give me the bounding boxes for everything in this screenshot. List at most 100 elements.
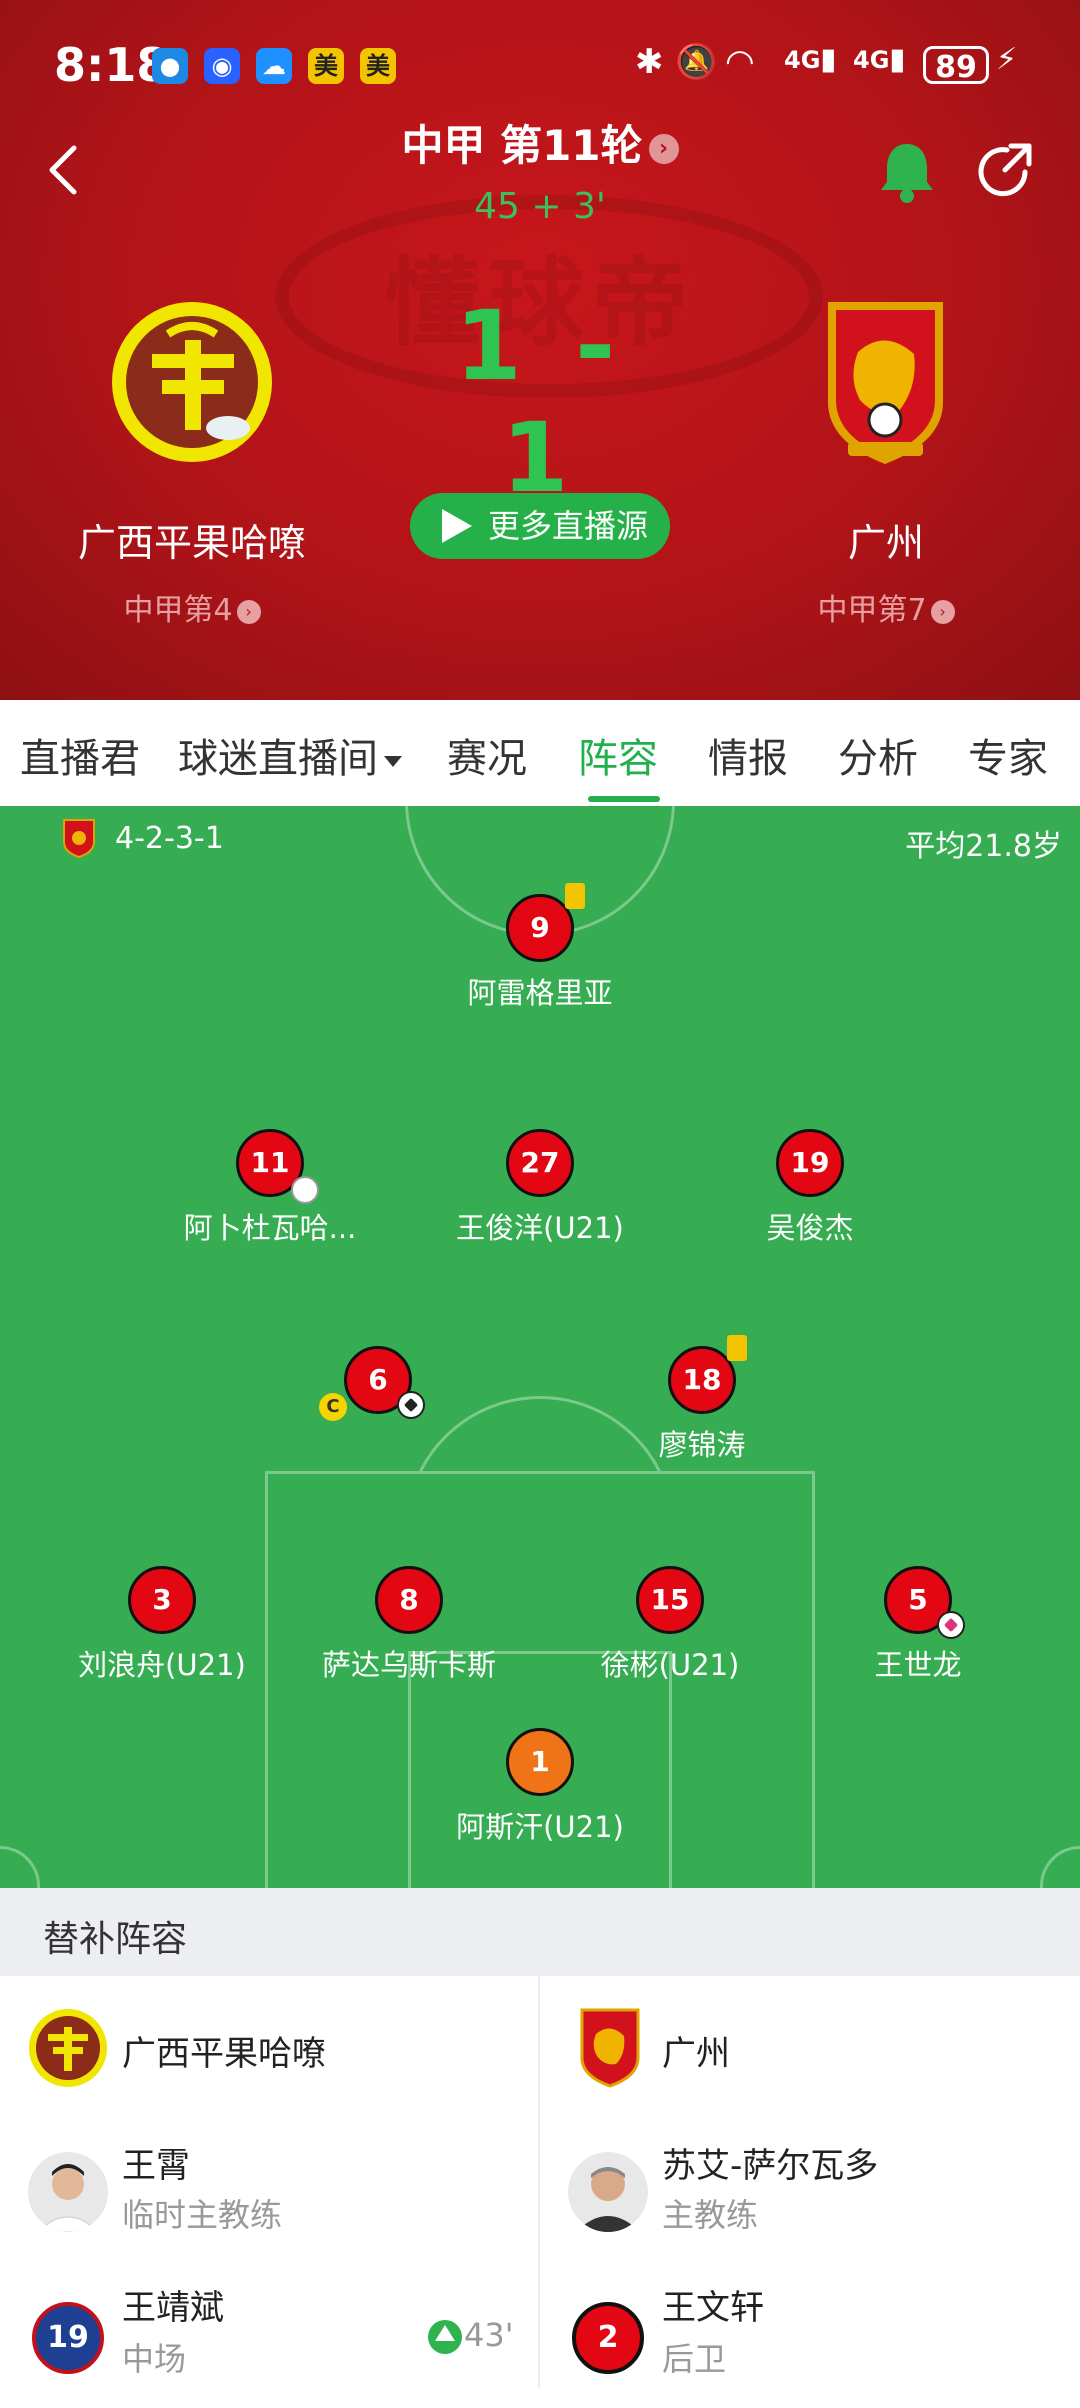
player-6[interactable]: 6C xyxy=(248,1346,508,1422)
bluetooth-icon: ✱ xyxy=(635,42,664,82)
home-team-name[interactable]: 广西平果哈嘹 xyxy=(12,512,372,567)
away-team-logo[interactable] xyxy=(818,292,953,467)
subs-column-divider xyxy=(538,1976,540,2388)
shirt-number: 9 xyxy=(506,883,585,962)
lineup-pitch: 4-2-3-1 平均21.8岁 9 阿雷格里亚 11 阿卜杜瓦哈... 27 王… xyxy=(0,806,1080,1888)
captain-icon: C xyxy=(319,1393,347,1421)
chevron-right-icon: › xyxy=(930,599,955,624)
player-name: 王世龙 xyxy=(874,1648,962,1682)
away-coach-avatar[interactable] xyxy=(568,2152,648,2232)
back-arrow-icon[interactable] xyxy=(40,140,90,200)
away-team-rank-text: 中甲第7 xyxy=(817,593,927,628)
match-score: 1 - 1 xyxy=(454,290,626,514)
player-9[interactable]: 9 阿雷格里亚 xyxy=(410,883,670,1012)
home-team-rank[interactable]: 中甲第4 › xyxy=(12,585,372,629)
away-coach-role: 主教练 xyxy=(662,2196,759,2234)
shirt-number: 8 xyxy=(375,1566,443,1634)
home-coach-name: 王霄 xyxy=(122,2146,190,2186)
subs-header: 替补阵容 xyxy=(0,1888,1080,1976)
player-name: 刘浪舟(U21) xyxy=(78,1648,246,1682)
tab-fan-room[interactable]: 球迷直播间 xyxy=(178,726,402,784)
player-27[interactable]: 27 王俊洋(U21) xyxy=(410,1129,670,1247)
more-sources-label: 更多直播源 xyxy=(488,507,649,545)
tab-analysis[interactable]: 分析 xyxy=(838,726,918,784)
signal-icon-1: ▮ xyxy=(820,42,837,77)
goal-ball-icon xyxy=(397,1391,425,1419)
home-sub-number[interactable]: 19 xyxy=(32,2302,104,2374)
home-coach-avatar[interactable] xyxy=(28,2152,108,2232)
player-18[interactable]: 18 廖锦涛 xyxy=(572,1335,832,1464)
player-name: 阿卜杜瓦哈... xyxy=(183,1211,357,1245)
player-8[interactable]: 8 萨达乌斯卡斯 xyxy=(279,1566,539,1684)
match-title[interactable]: 中甲 第11轮 › xyxy=(290,112,790,173)
player-name: 徐彬(U21) xyxy=(600,1648,740,1682)
player-name: 王俊洋(U21) xyxy=(456,1211,624,1245)
shirt-number: 6C xyxy=(319,1346,425,1421)
subs-title: 替补阵容 xyxy=(43,1919,188,1960)
shirt-number: 18 xyxy=(668,1335,747,1414)
substitution-icon xyxy=(291,1176,319,1204)
subs-away-team-name: 广州 xyxy=(662,2034,730,2074)
mute-icon: 🔕 xyxy=(675,42,718,82)
away-sub-name: 王文轩 xyxy=(662,2288,764,2328)
shirt-number: 5 xyxy=(884,1566,965,1639)
match-header: 懂球帝 8:18 ● ◉ ☁ 美 美 ✱ 🔕 ◠ 4G ▮ 4G ▮ 89 ⚡ … xyxy=(0,0,1080,700)
caret-down-icon xyxy=(384,755,402,767)
away-coach-name: 苏艾-萨尔瓦多 xyxy=(662,2146,879,2186)
status-bar: 8:18 ● ◉ ☁ 美 美 ✱ 🔕 ◠ 4G ▮ 4G ▮ 89 ⚡ xyxy=(0,0,1080,130)
home-team-logo-small xyxy=(29,2009,107,2087)
player-name: 阿斯汗(U21) xyxy=(456,1810,624,1844)
meituan-app-icon-2: 美 xyxy=(360,48,396,84)
player-3[interactable]: 3 刘浪舟(U21) xyxy=(32,1566,292,1684)
subs-team-row: 广西平果哈嘹 广州 xyxy=(0,1976,1080,2121)
tab-fan-room-label: 球迷直播间 xyxy=(178,736,378,782)
yellow-card-icon xyxy=(727,1335,747,1361)
own-goal-ball-icon xyxy=(937,1611,965,1639)
shirt-number: 27 xyxy=(506,1129,574,1197)
security-app-icon: ◉ xyxy=(204,48,240,84)
shirt-number: 19 xyxy=(776,1129,844,1197)
home-team-rank-text: 中甲第4 xyxy=(123,593,233,628)
tab-experts[interactable]: 专家 xyxy=(968,726,1048,784)
team-mini-logo xyxy=(63,819,95,858)
corner-arc-left xyxy=(0,1846,40,1888)
away-sub-number[interactable]: 2 xyxy=(572,2302,644,2374)
meituan-app-icon: 美 xyxy=(308,48,344,84)
shirt-number: 3 xyxy=(128,1566,196,1634)
chevron-right-icon: › xyxy=(648,133,679,164)
sub-player-row: 19 王靖斌 中场 43' 2 王文轩 后卫 xyxy=(0,2264,1080,2408)
home-coach-role: 临时主教练 xyxy=(122,2196,283,2234)
match-time: 45 + 3' xyxy=(474,186,606,227)
shirt-number: 11 xyxy=(236,1129,319,1204)
player-name: 吴俊杰 xyxy=(766,1211,854,1245)
player-11[interactable]: 11 阿卜杜瓦哈... xyxy=(140,1129,400,1247)
shirt-number: 15 xyxy=(636,1566,704,1634)
player-name: 廖锦涛 xyxy=(658,1428,746,1462)
player-19[interactable]: 19 吴俊杰 xyxy=(680,1129,940,1247)
subs-home-team-name: 广西平果哈嘹 xyxy=(122,2034,326,2074)
share-icon[interactable] xyxy=(975,140,1035,200)
player-name: 阿雷格里亚 xyxy=(467,976,613,1010)
home-team-logo[interactable] xyxy=(110,300,275,465)
charging-icon: ⚡ xyxy=(996,42,1018,77)
tab-intel[interactable]: 情报 xyxy=(708,726,788,784)
player-1[interactable]: 1 阿斯汗(U21) xyxy=(410,1728,670,1846)
more-sources-button[interactable]: 更多直播源 xyxy=(410,493,670,559)
yellow-card-icon xyxy=(565,883,585,909)
wifi-icon: ◠ xyxy=(725,42,755,82)
formation-label: 4-2-3-1 xyxy=(115,821,224,856)
sub-in-arrow-icon xyxy=(428,2320,462,2354)
tab-live-host[interactable]: 直播君 xyxy=(20,726,140,784)
corner-arc-right xyxy=(1040,1846,1080,1888)
home-sub-name: 王靖斌 xyxy=(122,2288,224,2328)
bell-icon[interactable] xyxy=(875,138,939,204)
match-title-text: 中甲 第11轮 xyxy=(401,121,643,170)
tab-lineup[interactable]: 阵容 xyxy=(578,726,658,784)
tab-match-status[interactable]: 赛况 xyxy=(447,726,527,784)
away-team-name[interactable]: 广州 xyxy=(706,512,1066,567)
player-5[interactable]: 5 王世龙 xyxy=(788,1566,1048,1684)
away-team-rank[interactable]: 中甲第7 › xyxy=(706,585,1066,629)
player-15[interactable]: 15 徐彬(U21) xyxy=(540,1566,800,1684)
away-sub-position: 后卫 xyxy=(662,2340,727,2378)
play-icon xyxy=(442,509,472,543)
